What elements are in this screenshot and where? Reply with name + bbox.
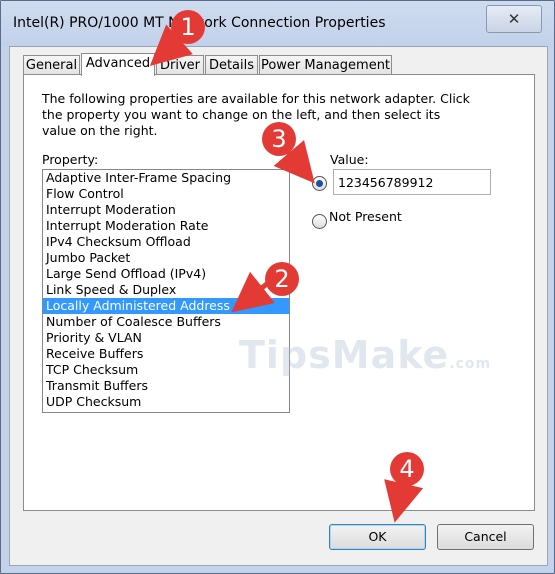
watermark-text: TipsMake — [239, 333, 450, 377]
watermark: TipsMake.com — [239, 333, 491, 377]
list-item-selected[interactable]: Locally Administered Address — [43, 298, 289, 314]
tab-power-management[interactable]: Power Management — [259, 55, 392, 75]
list-item[interactable]: Adaptive Inter-Frame Spacing — [43, 170, 289, 186]
value-radio[interactable] — [312, 176, 327, 191]
not-present-radio[interactable] — [312, 214, 327, 229]
list-item[interactable]: Interrupt Moderation Rate — [43, 218, 289, 234]
tab-driver[interactable]: Driver — [156, 55, 204, 75]
list-item[interactable]: Flow Control — [43, 186, 289, 202]
callout-2: 2 — [265, 262, 299, 296]
tab-advanced[interactable]: Advanced — [81, 53, 155, 76]
watermark-tld: .com — [449, 356, 492, 372]
list-item[interactable]: Number of Coalesce Buffers — [43, 314, 289, 330]
value-label: Value: — [330, 152, 369, 167]
list-item[interactable]: Jumbo Packet — [43, 250, 289, 266]
value-input[interactable]: 123456789912 — [333, 169, 491, 195]
list-item[interactable]: UDP Checksum — [43, 394, 289, 410]
not-present-label: Not Present — [329, 209, 402, 224]
callout-4: 4 — [390, 452, 424, 486]
cancel-button[interactable]: Cancel — [437, 524, 534, 550]
callout-1: 1 — [171, 10, 205, 44]
list-item[interactable]: Link Speed & Duplex — [43, 282, 289, 298]
ok-button[interactable]: OK — [329, 524, 426, 550]
tab-general[interactable]: General — [23, 55, 80, 75]
callout-3: 3 — [262, 122, 296, 156]
list-item[interactable]: IPv4 Checksum Offload — [43, 234, 289, 250]
close-icon: ✕ — [507, 10, 521, 28]
title-bar[interactable]: Intel(R) PRO/1000 MT Network Connection … — [1, 1, 554, 46]
list-item[interactable]: Large Send Offload (IPv4) — [43, 266, 289, 282]
description-text: The following properties are available f… — [42, 91, 470, 138]
close-button[interactable]: ✕ — [486, 5, 542, 33]
property-label: Property: — [42, 152, 99, 167]
list-item[interactable]: Interrupt Moderation — [43, 202, 289, 218]
tab-details[interactable]: Details — [205, 55, 258, 75]
list-item[interactable]: Transmit Buffers — [43, 378, 289, 394]
